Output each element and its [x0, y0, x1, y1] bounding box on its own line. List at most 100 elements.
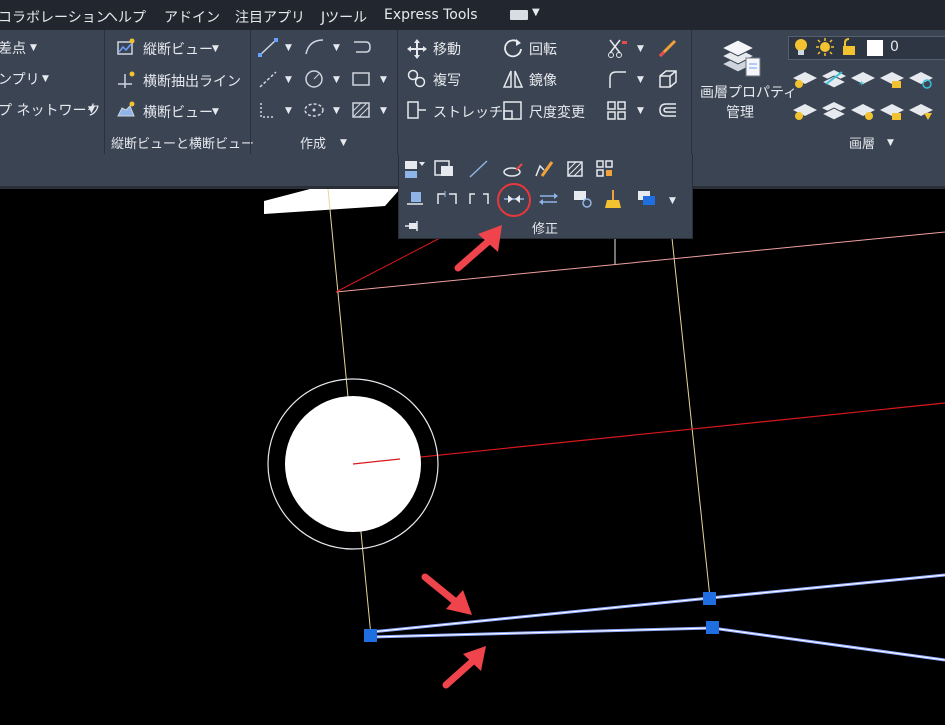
- layers-group-label[interactable]: 画層: [849, 133, 875, 152]
- layer-properties-icon[interactable]: [718, 34, 762, 80]
- grip-right-lower[interactable]: [706, 621, 719, 634]
- chevron-down-icon[interactable]: ▼: [212, 107, 219, 117]
- mirror-button[interactable]: 鏡像: [529, 70, 557, 90]
- chevron-down-icon[interactable]: ▼: [333, 43, 340, 53]
- workspace-dropdown-icon[interactable]: [510, 10, 528, 20]
- red-line-mid[interactable]: [352, 402, 945, 465]
- layer-lock-icon[interactable]: [878, 68, 906, 90]
- chevron-down-icon[interactable]: ▼: [42, 74, 49, 84]
- stretch-button[interactable]: ストレッチ: [433, 102, 503, 122]
- break-at-point-icon[interactable]: [435, 188, 459, 210]
- pin-icon[interactable]: [404, 220, 420, 232]
- menu-help[interactable]: ヘルプ: [104, 7, 146, 27]
- line-icon[interactable]: [257, 36, 281, 58]
- chevron-down-icon[interactable]: ▼: [637, 106, 644, 116]
- scale-button[interactable]: 尺度変更: [529, 102, 585, 122]
- layer-off-icon[interactable]: [791, 68, 819, 90]
- chevron-down-icon[interactable]: ▼: [285, 75, 292, 85]
- menu-collaboration[interactable]: コラボレーション: [0, 7, 110, 27]
- properties-match-icon[interactable]: [403, 158, 427, 180]
- ribbon-left-item-1[interactable]: 差点: [0, 38, 26, 58]
- ribbon-separator: [691, 30, 692, 154]
- align-icon[interactable]: [403, 188, 427, 210]
- break-icon[interactable]: [467, 188, 491, 210]
- sample-line-button[interactable]: 横断抽出ライン: [143, 71, 241, 91]
- spline-icon[interactable]: [257, 99, 281, 121]
- create-group-label[interactable]: 作成: [300, 133, 326, 152]
- trim-icon[interactable]: [606, 37, 630, 59]
- reverse-icon[interactable]: [537, 188, 561, 210]
- purge-broom-icon[interactable]: [601, 188, 625, 210]
- layer-on-icon[interactable]: [791, 100, 819, 122]
- text-edit-icon[interactable]: [433, 158, 457, 180]
- move-button[interactable]: 移動: [433, 39, 461, 59]
- menu-express-tools[interactable]: Express Tools: [384, 7, 478, 23]
- ribbon-left-item-3[interactable]: プ ネットワーク: [0, 100, 100, 120]
- point-icon[interactable]: [257, 68, 281, 90]
- menu-featured-apps[interactable]: 注目アプリ: [235, 7, 305, 27]
- chevron-down-icon[interactable]: ▼: [380, 106, 387, 116]
- ellipse-icon[interactable]: [303, 99, 327, 121]
- offset-icon[interactable]: [656, 99, 680, 121]
- menu-addins[interactable]: アドイン: [164, 7, 220, 27]
- polyline-icon[interactable]: [350, 36, 374, 58]
- right-vertical-line[interactable]: [671, 237, 711, 599]
- chevron-down-icon[interactable]: ▼: [212, 44, 219, 54]
- arc-icon[interactable]: [303, 36, 327, 58]
- hatch-icon[interactable]: [350, 99, 374, 121]
- array-icon[interactable]: [606, 99, 630, 121]
- grip-right-upper[interactable]: [703, 592, 716, 605]
- lengthen-icon[interactable]: [467, 158, 491, 180]
- layer-isolate-icon[interactable]: [820, 68, 848, 90]
- layer-unisolate-icon[interactable]: [820, 100, 848, 122]
- pink-line[interactable]: [335, 231, 945, 293]
- profile-view-button[interactable]: 縦断ビュー: [143, 39, 213, 59]
- menu-bar: コラボレーション ヘルプ アドイン 注目アプリ Jツール Express Too…: [0, 0, 945, 30]
- draworder-icon[interactable]: [635, 188, 665, 210]
- draworder-eraser-icon[interactable]: [500, 158, 524, 180]
- lightbulb-icon: [795, 39, 807, 55]
- chevron-down-icon[interactable]: ▼: [88, 105, 95, 115]
- chevron-down-icon[interactable]: ▼: [340, 138, 347, 148]
- layer-color-swatch: [867, 40, 883, 56]
- rectangle-icon[interactable]: [350, 68, 374, 90]
- ribbon-left-item-2[interactable]: ンプリ: [0, 69, 40, 89]
- chevron-down-icon[interactable]: ▼: [887, 138, 894, 148]
- explode-icon[interactable]: [656, 68, 680, 90]
- circle-icon[interactable]: [303, 68, 327, 90]
- overkill-icon[interactable]: [571, 188, 595, 210]
- layer-unlock-icon[interactable]: [878, 100, 906, 122]
- layer-thaw-icon[interactable]: [849, 100, 877, 122]
- fillet-icon[interactable]: [606, 68, 630, 90]
- chevron-down-icon[interactable]: ▼: [637, 75, 644, 85]
- array-edit-icon[interactable]: [594, 158, 618, 180]
- layer-properties-label-2[interactable]: 管理: [726, 102, 754, 122]
- chevron-down-icon[interactable]: ▼: [532, 7, 540, 18]
- copy-button[interactable]: 複写: [433, 70, 461, 90]
- layer-freeze-icon[interactable]: *: [849, 68, 877, 90]
- chevron-down-icon[interactable]: ▼: [285, 43, 292, 53]
- hatch-edit-icon[interactable]: [564, 158, 588, 180]
- chevron-down-icon[interactable]: ▼: [285, 106, 292, 116]
- chevron-down-icon[interactable]: ▼: [333, 75, 340, 85]
- rotate-button[interactable]: 回転: [529, 39, 557, 59]
- mirror-icon: [502, 70, 524, 88]
- layer-match-icon[interactable]: [907, 68, 935, 90]
- menu-j-tools[interactable]: Jツール: [321, 7, 367, 27]
- annotation-arrow-join: [454, 225, 502, 272]
- layer-properties-label[interactable]: 画層プロパティ: [700, 82, 797, 102]
- chevron-down-icon[interactable]: ▼: [637, 44, 644, 54]
- svg-text:*: *: [859, 80, 864, 90]
- edit-polyline-icon[interactable]: [532, 158, 556, 180]
- chevron-down-icon[interactable]: ▼: [380, 75, 387, 85]
- chevron-down-icon[interactable]: ▼: [669, 196, 676, 206]
- grip-left[interactable]: [364, 629, 377, 642]
- chevron-down-icon[interactable]: ▼: [333, 106, 340, 116]
- selected-line-upper-ext-core: [709, 574, 945, 599]
- section-view-button[interactable]: 横断ビュー: [143, 102, 213, 122]
- chevron-down-icon[interactable]: ▼: [30, 43, 37, 53]
- sample-line-icon: [118, 71, 135, 88]
- layer-change-icon[interactable]: [907, 100, 935, 122]
- red-line-upper[interactable]: [335, 237, 441, 293]
- erase-icon[interactable]: [656, 36, 680, 60]
